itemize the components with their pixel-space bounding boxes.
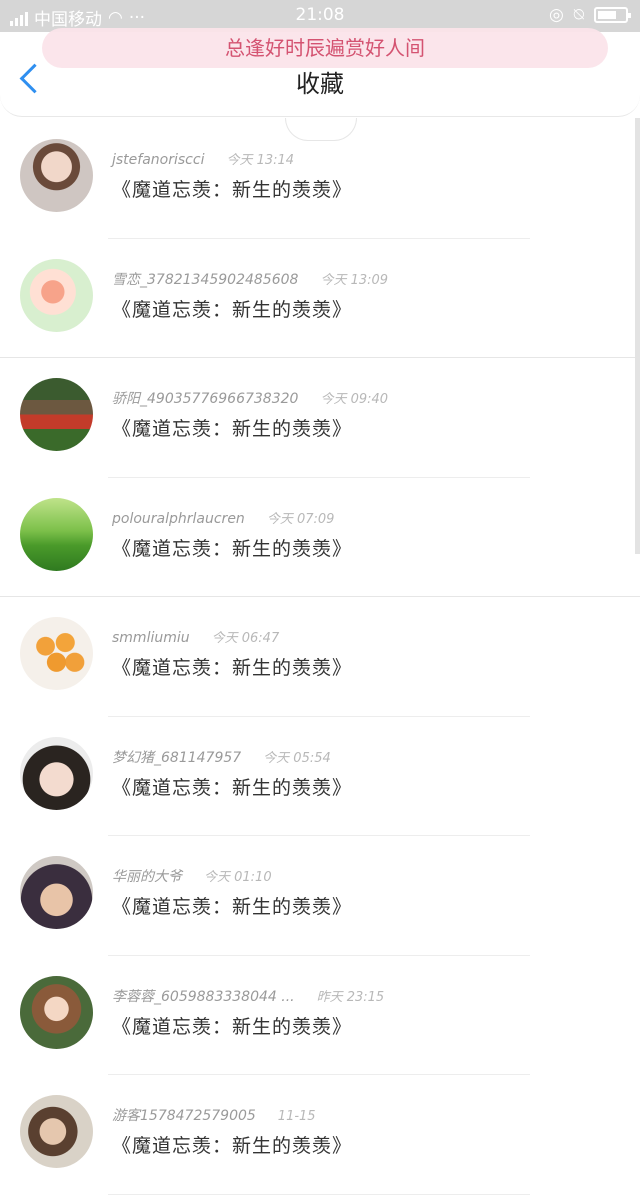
user-name: 游客1578472579005 11-15 bbox=[112, 1108, 316, 1124]
item-text: 《魔道忘羡：新生的羡羡》 bbox=[112, 537, 353, 560]
user-name: 雪恋_37821345902485608 今天 13:09 bbox=[112, 271, 389, 288]
divider bbox=[108, 1193, 530, 1195]
time-label: 今天 09:40 bbox=[320, 392, 389, 407]
avatar[interactable] bbox=[20, 258, 93, 332]
list-item[interactable]: 骄阳_49035776966738320 今天 09:40 《魔道忘羡：新生的羡羡… bbox=[0, 358, 640, 478]
status-time: 21:08 bbox=[295, 5, 345, 25]
time-label: 今天 07:09 bbox=[266, 511, 335, 527]
list-item[interactable]: 游客1578472579005 11-15 《魔道忘羡：新生的羡羡》 bbox=[0, 1075, 640, 1195]
avatar[interactable] bbox=[20, 617, 93, 690]
list-item[interactable]: 李蓉蓉_6059883338044 ... 昨天 23:15 《魔道忘羡：新生的羡… bbox=[0, 956, 640, 1075]
user-name: 梦幻猪_681147957 今天 05:54 bbox=[112, 749, 331, 766]
item-text: 《魔道忘羡：新生的羡羡》 bbox=[112, 298, 353, 321]
time-label: 昨天 23:15 bbox=[316, 989, 385, 1005]
time-label: 今天 06:47 bbox=[211, 631, 280, 646]
time-label: 今天 13:09 bbox=[320, 272, 389, 288]
item-text: 《魔道忘羡：新生的羡羡》 bbox=[112, 896, 353, 918]
avatar[interactable] bbox=[20, 378, 93, 451]
list-item[interactable]: jstefanoriscci 今天 13:14 《魔道忘羡：新生的羡羡》 bbox=[0, 119, 640, 239]
time-label: 今天 13:14 bbox=[226, 153, 295, 168]
avatar[interactable] bbox=[20, 856, 93, 929]
avatar[interactable] bbox=[20, 736, 93, 810]
favorites-list: jstefanoriscci 今天 13:14 《魔道忘羡：新生的羡羡》 雪恋_3… bbox=[0, 119, 640, 1195]
avatar[interactable] bbox=[20, 975, 93, 1049]
time-label: 11-15 bbox=[277, 1109, 316, 1124]
status-right: ◎ ⍉ bbox=[548, 5, 631, 25]
list-item[interactable]: 华丽的大爷 今天 01:10 《魔道忘羡：新生的羡羡》 bbox=[0, 836, 640, 956]
list-item[interactable]: 雪恋_37821345902485608 今天 13:09 《魔道忘羡：新生的羡羡… bbox=[0, 239, 640, 358]
time-label: 今天 01:10 bbox=[204, 870, 272, 885]
user-name: jstefanoriscci 今天 13:14 bbox=[112, 152, 295, 168]
avatar[interactable] bbox=[20, 1095, 93, 1168]
item-text: 《魔道忘羡：新生的羡羡》 bbox=[112, 418, 353, 440]
battery-icon bbox=[594, 7, 631, 23]
avatar[interactable] bbox=[20, 497, 93, 571]
item-text: 《魔道忘羡：新生的羡羡》 bbox=[112, 657, 353, 679]
page-title: 收藏 bbox=[296, 70, 344, 98]
list-item[interactable]: smmliumiu 今天 06:47 《魔道忘羡：新生的羡羡》 bbox=[0, 597, 640, 717]
list-item[interactable]: polouralphrlaucren 今天 07:09 《魔道忘羡：新生的羡羡》 bbox=[0, 478, 640, 597]
user-name: smmliumiu 今天 06:47 bbox=[112, 630, 280, 646]
time-label: 今天 05:54 bbox=[263, 750, 331, 766]
item-text: 《魔道忘羡：新生的羡羡》 bbox=[112, 1015, 353, 1038]
avatar[interactable] bbox=[20, 139, 93, 212]
list-item[interactable]: 梦幻猪_681147957 今天 05:54 《魔道忘羡：新生的羡羡》 bbox=[0, 717, 640, 836]
item-text: 《魔道忘羡：新生的羡羡》 bbox=[112, 179, 353, 201]
scrollbar[interactable] bbox=[635, 118, 640, 554]
item-text: 《魔道忘羡：新生的羡羡》 bbox=[112, 776, 353, 799]
user-name: 华丽的大爷 今天 01:10 bbox=[112, 869, 272, 885]
banner-text: 总逢好时辰遍赏好人间 bbox=[42, 28, 608, 68]
user-name: 骄阳_49035776966738320 今天 09:40 bbox=[112, 391, 389, 407]
headset-icon: ◎ bbox=[548, 5, 564, 25]
mute-icon: ⍉ bbox=[573, 5, 584, 25]
user-name: polouralphrlaucren 今天 07:09 bbox=[112, 510, 335, 527]
user-name: 李蓉蓉_6059883338044 ... 昨天 23:15 bbox=[112, 988, 385, 1005]
item-text: 《魔道忘羡：新生的羡羡》 bbox=[112, 1135, 353, 1157]
